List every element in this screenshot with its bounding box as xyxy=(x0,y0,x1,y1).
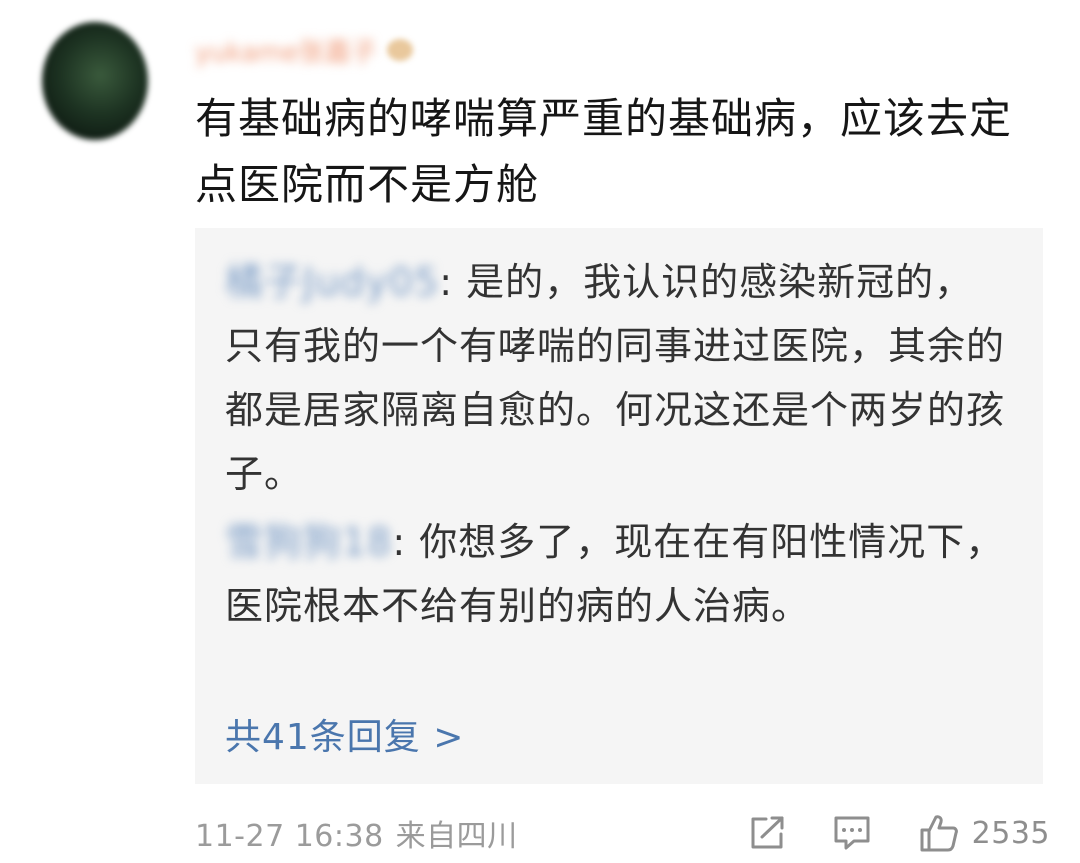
reply-separator: : xyxy=(439,260,454,304)
comment-meta: 11-27 16:38 来自四川 xyxy=(195,811,518,855)
share-icon[interactable] xyxy=(748,815,786,851)
thumbs-up-icon[interactable] xyxy=(918,813,960,853)
reply-author[interactable]: 橘子Judy05 xyxy=(225,250,439,314)
reply-item[interactable]: 雪狗狗18: 你想多了，现在在有阳性情况下，医院根本不给有别的病的人治病。 xyxy=(225,510,1005,638)
badge-icon xyxy=(386,39,413,61)
avatar[interactable] xyxy=(42,22,148,140)
more-replies-link[interactable]: 共41条回复 > xyxy=(225,714,464,762)
comment-footer: 11-27 16:38 来自四川 2535 xyxy=(195,808,1050,858)
action-bar: 2535 xyxy=(748,813,1050,853)
location: 来自四川 xyxy=(395,819,518,854)
comment-text: 有基础病的哮喘算严重的基础病，应该去定点医院而不是方舱 xyxy=(195,94,1013,209)
reply-author[interactable]: 雪狗狗18 xyxy=(225,510,392,574)
comment-icon[interactable] xyxy=(832,814,872,852)
timestamp: 11-27 16:38 xyxy=(195,819,384,854)
reply-separator: : xyxy=(392,520,407,564)
reply-item[interactable]: 橘子Judy05: 是的，我认识的感染新冠的，只有我的一个有哮喘的同事进过医院，… xyxy=(225,250,1005,506)
like-count: 2535 xyxy=(971,815,1050,851)
username[interactable]: yukame张嘉子 xyxy=(195,28,515,72)
username-text[interactable]: yukame张嘉子 xyxy=(195,32,377,69)
reply-preview-box[interactable]: 橘子Judy05: 是的，我认识的感染新冠的，只有我的一个有哮喘的同事进过医院，… xyxy=(195,228,1043,784)
